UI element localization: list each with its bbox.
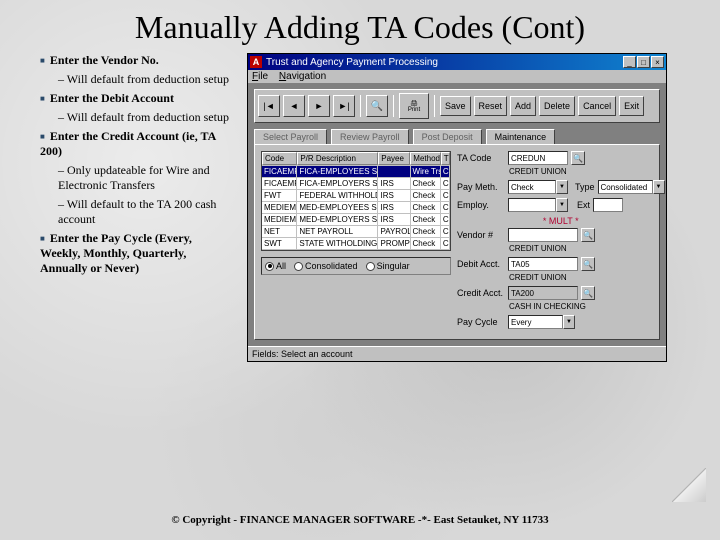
titlebar: A Trust and Agency Payment Processing _ … [248, 54, 666, 70]
debit-field[interactable]: TA05 [508, 257, 578, 271]
delete-button[interactable]: Delete [539, 96, 575, 116]
maintenance-panel: Code P/R Description Payee Method T FICA… [254, 144, 660, 340]
type-label: Type [575, 182, 595, 192]
ext-label: Ext [577, 200, 590, 210]
menu-navigation[interactable]: Navigation [279, 71, 326, 82]
credit-desc: CASH IN CHECKING [457, 302, 665, 311]
app-logo-icon: A [250, 56, 262, 68]
radio-all[interactable]: All [265, 261, 286, 271]
grid-row[interactable]: FICAEMPRFICA-EMPLOYERS SHAIRSIRSCheckC [262, 178, 450, 190]
type-select[interactable]: Consolidated [598, 180, 653, 194]
chevron-down-icon[interactable]: ▼ [653, 180, 665, 194]
app-window: A Trust and Agency Payment Processing _ … [247, 53, 667, 362]
bullet-2: Enter the Debit Account [40, 91, 235, 106]
vendor-field[interactable] [508, 228, 578, 242]
footer-copyright: © Copyright - FINANCE MANAGER SOFTWARE -… [0, 514, 720, 526]
toolbar: |◄ ◄ ► ►| 🔍 🖨Print Save Reset Add Delete [254, 89, 660, 123]
nav-prev-button[interactable]: ◄ [283, 95, 305, 117]
credit-lookup-button[interactable]: 🔍 [581, 286, 595, 300]
mult-indicator: * MULT * [457, 216, 665, 226]
search-button[interactable]: 🔍 [366, 95, 388, 117]
employ-label: Employ. [457, 200, 505, 210]
exit-button[interactable]: Exit [619, 96, 644, 116]
credit-label: Credit Acct. [457, 288, 505, 298]
credit-field[interactable]: TA200 [508, 286, 578, 300]
employ-select[interactable] [508, 198, 556, 212]
debit-lookup-button[interactable]: 🔍 [581, 257, 595, 271]
bullet-3: Enter the Credit Account (ie, TA 200) [40, 129, 235, 159]
bullet-4: Enter the Pay Cycle (Every, Weekly, Mont… [40, 231, 235, 276]
pay-method-select[interactable]: Check [508, 180, 556, 194]
slide-title: Manually Adding TA Codes (Cont) [40, 10, 680, 45]
grid-row[interactable]: FICAEMPLFICA-EMPLOYEES SHAIRSWire TrsfrC [262, 166, 450, 178]
detail-form: TA CodeCREDUN🔍 CREDIT UNION Pay Meth.Che… [457, 151, 665, 333]
window-title: Trust and Agency Payment Processing [266, 57, 623, 68]
vendor-label: Vendor # [457, 230, 505, 240]
paycycle-select[interactable]: Every [508, 315, 563, 329]
nav-next-button[interactable]: ► [308, 95, 330, 117]
grid-header: Code P/R Description Payee Method T [262, 152, 450, 166]
grid-row[interactable]: MEDIEMPLMED-EMPLOYEES SHRSIRSCheckC [262, 202, 450, 214]
close-button[interactable]: × [651, 56, 664, 68]
bullet-list: Enter the Vendor No. Will default from d… [40, 53, 235, 362]
ta-code-field[interactable]: CREDUN [508, 151, 568, 165]
page-corner-fold-icon [672, 468, 706, 502]
cancel-button[interactable]: Cancel [578, 96, 616, 116]
minimize-button[interactable]: _ [623, 56, 636, 68]
tab-maintenance[interactable]: Maintenance [486, 129, 556, 144]
menu-file[interactable]: File [252, 71, 268, 82]
tab-review-payroll[interactable]: Review Payroll [331, 129, 409, 144]
bullet-3-sub2: Will default to the TA 200 cash account [40, 197, 235, 227]
debit-desc: CREDIT UNION [457, 273, 665, 282]
ta-code-label: TA Code [457, 153, 505, 163]
save-button[interactable]: Save [440, 96, 471, 116]
maximize-button[interactable]: □ [637, 56, 650, 68]
nav-last-button[interactable]: ►| [333, 95, 355, 117]
pay-method-label: Pay Meth. [457, 182, 505, 192]
ext-field[interactable] [593, 198, 623, 212]
grid-row[interactable]: SWTSTATE WITHOLDINGPROMPT TACheckC [262, 238, 450, 250]
nav-first-button[interactable]: |◄ [258, 95, 280, 117]
print-button[interactable]: 🖨Print [399, 93, 429, 119]
grid-row[interactable]: MEDIEMPRMED-EMPLOYERS SHRSIRSCheckC [262, 214, 450, 226]
bullet-2-sub: Will default from deduction setup [40, 110, 235, 125]
tab-select-payroll[interactable]: Select Payroll [254, 129, 327, 144]
debit-label: Debit Acct. [457, 259, 505, 269]
chevron-down-icon[interactable]: ▼ [556, 180, 568, 194]
vendor-lookup-button[interactable]: 🔍 [581, 228, 595, 242]
chevron-down-icon[interactable]: ▼ [556, 198, 568, 212]
chevron-down-icon[interactable]: ▼ [563, 315, 575, 329]
filter-radio-group: All Consolidated Singular [261, 257, 451, 275]
vendor-desc: CREDIT UNION [457, 244, 665, 253]
grid-row[interactable]: NETNET PAYROLLPAYROLL ACheckC [262, 226, 450, 238]
reset-button[interactable]: Reset [474, 96, 508, 116]
status-bar: Fields: Select an account [248, 346, 666, 361]
bullet-3-sub1: Only updateable for Wire and Electronic … [40, 163, 235, 193]
ta-code-desc: CREDIT UNION [457, 167, 665, 176]
grid-row[interactable]: FWTFEDERAL WITHHOLDIRSCheckC [262, 190, 450, 202]
codes-grid[interactable]: Code P/R Description Payee Method T FICA… [261, 151, 451, 251]
ta-code-lookup-button[interactable]: 🔍 [571, 151, 585, 165]
bullet-1-sub: Will default from deduction setup [40, 72, 235, 87]
tab-post-deposit[interactable]: Post Deposit [413, 129, 482, 144]
add-button[interactable]: Add [510, 96, 536, 116]
radio-consolidated[interactable]: Consolidated [294, 261, 358, 271]
menubar: File Navigation [248, 70, 666, 83]
printer-icon: 🖨 [410, 100, 418, 107]
paycycle-label: Pay Cycle [457, 317, 505, 327]
bullet-1: Enter the Vendor No. [40, 53, 235, 68]
radio-singular[interactable]: Singular [366, 261, 410, 271]
